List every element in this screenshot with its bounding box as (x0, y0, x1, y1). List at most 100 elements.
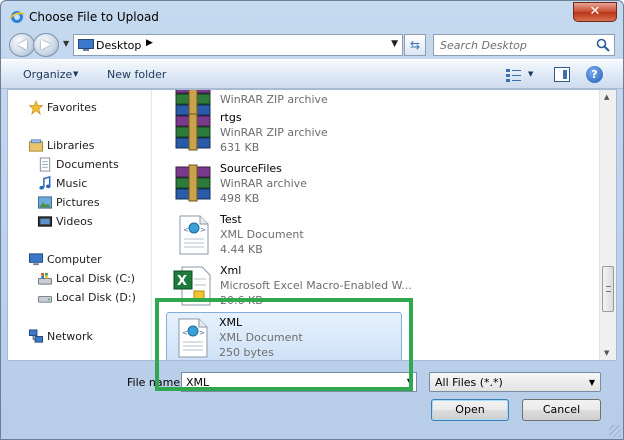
dialog-footer: File name: ▼ All Files (*.*) ▼ Open Canc… (1, 361, 623, 439)
file-item-sourcefiles[interactable]: SourceFiles WinRAR archive 498 KB (168, 159, 398, 209)
scroll-down-icon[interactable]: ▼ (604, 349, 609, 357)
xml-document-icon: < > (179, 215, 209, 255)
organize-menu-button[interactable]: Organize (23, 68, 72, 81)
excel-macro-icon: X (173, 266, 211, 306)
internet-explorer-icon (9, 11, 25, 23)
address-path[interactable]: Desktop (96, 39, 141, 52)
nav-item-label: Music (56, 177, 88, 190)
command-toolbar: Organize ▼ New folder ▼ ? (1, 59, 623, 89)
file-type: XML Document (220, 228, 304, 241)
navigation-bar: ◀ ▶ ▼ Desktop ▶ ▼ ⇆ (1, 31, 623, 57)
nav-item-label: Libraries (47, 139, 95, 152)
svg-text:>: > (200, 226, 206, 234)
scrollbar-thumb[interactable] (602, 266, 614, 312)
svg-text:<: < (182, 329, 188, 337)
arrow-left-icon: ◀ (17, 37, 27, 52)
forward-button[interactable]: ▶ (33, 33, 59, 57)
winrar-archive-icon (175, 113, 211, 151)
nav-item-label: Local Disk (C:) (56, 272, 136, 285)
content-area: Favorites Libraries Documents Music Pict… (7, 89, 617, 361)
file-size: 631 KB (220, 141, 260, 154)
arrow-right-icon: ▶ (41, 37, 51, 52)
nav-item-label: Pictures (56, 196, 100, 209)
nav-item-label: Documents (56, 158, 119, 171)
new-folder-button[interactable]: New folder (107, 68, 166, 81)
file-name: XML (219, 316, 243, 329)
close-icon: ✕ (589, 4, 601, 19)
scroll-up-icon[interactable]: ▲ (604, 93, 609, 101)
open-button[interactable]: Open (431, 399, 509, 421)
file-name: Xml (220, 264, 242, 277)
nav-item-label: Videos (56, 215, 93, 228)
cancel-button[interactable]: Cancel (522, 399, 601, 421)
windows-drive-icon (37, 272, 53, 285)
refresh-button[interactable]: ⇆ (404, 34, 426, 56)
drive-icon (37, 296, 53, 303)
file-type: WinRAR ZIP archive (220, 126, 328, 139)
file-type: Microsoft Excel Macro-Enabled W... (220, 279, 412, 292)
desktop-icon (78, 39, 94, 51)
nav-item-label: Network (47, 330, 93, 343)
nav-item-label: Favorites (47, 101, 97, 114)
libraries-icon (28, 139, 44, 152)
file-type-select[interactable]: All Files (*.*) ▼ (429, 372, 601, 392)
computer-icon (28, 253, 44, 266)
search-box[interactable] (433, 34, 615, 56)
file-item-rtgs[interactable]: rtgs WinRAR ZIP archive 631 KB (168, 108, 398, 158)
breadcrumb-chevron-icon[interactable]: ▶ (146, 38, 153, 48)
preview-pane-button[interactable] (554, 67, 570, 82)
view-options-dropdown-icon[interactable]: ▼ (528, 70, 533, 78)
svg-text:X: X (177, 274, 187, 289)
title-bar[interactable]: Choose File to Upload ✕ (1, 1, 623, 31)
svg-text:>: > (199, 329, 205, 337)
file-name-combobox[interactable]: ▼ (181, 372, 417, 392)
file-type-value: All Files (*.*) (435, 376, 503, 389)
search-icon[interactable] (595, 37, 611, 53)
chevron-down-icon: ▼ (588, 378, 595, 387)
file-dialog-window: Choose File to Upload ✕ ◀ ▶ ▼ Desktop ▶ … (0, 0, 624, 440)
recent-locations-dropdown-icon[interactable]: ▼ (63, 39, 69, 48)
file-name: Test (220, 213, 242, 226)
file-type: XML Document (219, 331, 303, 344)
address-bar[interactable]: Desktop ▶ ▼ (73, 34, 403, 56)
file-size: 4.44 KB (220, 243, 263, 256)
svg-text:<: < (183, 226, 189, 234)
nav-item-label: Local Disk (D:) (56, 291, 136, 304)
file-name-label: File name: (127, 376, 184, 389)
change-view-icon[interactable] (505, 67, 523, 83)
file-type: WinRAR archive (220, 177, 307, 190)
refresh-icon: ⇆ (409, 38, 421, 52)
file-size: 20.6 KB (220, 294, 263, 307)
file-item-xml-selected[interactable]: < > XML XML Document 250 bytes (166, 312, 402, 360)
window-title: Choose File to Upload (29, 10, 159, 24)
file-list[interactable]: WinRAR ZIP archive rtgs WinRAR ZIP archi… (154, 90, 600, 360)
nav-item-label: Computer (47, 253, 102, 266)
music-icon (39, 176, 51, 190)
back-button[interactable]: ◀ (9, 33, 35, 57)
address-dropdown-icon[interactable]: ▼ (391, 39, 398, 49)
close-button[interactable]: ✕ (573, 2, 617, 22)
file-item-xml-excel[interactable]: X Xml Microsoft Excel Macro-Enabled W...… (168, 261, 412, 311)
file-item-test[interactable]: < > Test XML Document 4.44 KB (168, 210, 398, 260)
network-icon (28, 329, 44, 343)
search-input[interactable] (434, 35, 590, 55)
help-icon[interactable]: ? (586, 66, 603, 83)
vertical-scrollbar[interactable]: ▲ ▼ (599, 90, 616, 360)
navigation-pane: Favorites Libraries Documents Music Pict… (8, 90, 152, 360)
file-size: 498 KB (220, 192, 260, 205)
pictures-icon (37, 196, 53, 209)
file-type: WinRAR ZIP archive (220, 93, 328, 106)
videos-icon (37, 216, 53, 227)
chevron-down-icon[interactable]: ▼ (407, 377, 413, 386)
star-icon (28, 100, 44, 115)
file-name-input[interactable] (182, 373, 396, 391)
grip-icon (606, 286, 611, 292)
resize-grip-icon[interactable] (609, 425, 621, 437)
file-name: SourceFiles (220, 162, 282, 175)
chevron-down-icon[interactable]: ▼ (73, 70, 78, 78)
file-size: 250 bytes (219, 346, 274, 359)
documents-icon (39, 157, 51, 172)
file-name: rtgs (220, 111, 242, 124)
xml-document-icon: < > (178, 318, 208, 358)
winrar-archive-icon (175, 164, 211, 202)
